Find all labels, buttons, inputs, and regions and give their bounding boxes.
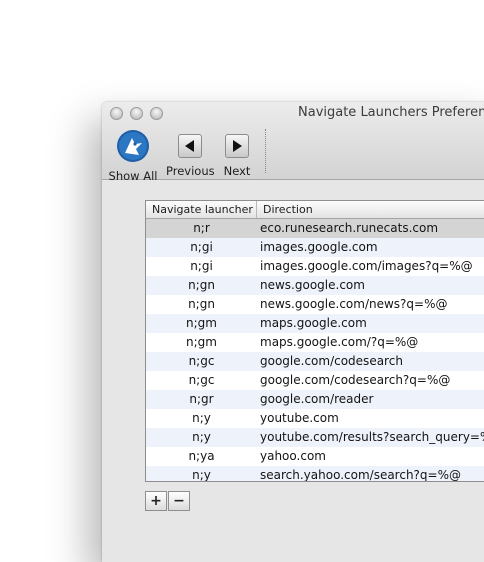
next-arrow-icon <box>225 134 249 158</box>
launcher-cell: n;gm <box>186 335 217 349</box>
table-row[interactable]: n;gm maps.google.com/?q=%@ <box>146 333 484 352</box>
direction-cell: youtube.com <box>260 411 339 425</box>
table-row[interactable]: n;y youtube.com/results?search_query=%@ <box>146 428 484 447</box>
show-all-button[interactable]: Show All <box>108 129 158 183</box>
launchers-table[interactable]: Navigate launcher Direction n;r eco.runes… <box>145 200 484 482</box>
launcher-cell: n;gm <box>186 316 217 330</box>
table-row[interactable]: n;gi images.google.com/images?q=%@ <box>146 257 484 276</box>
table-row[interactable]: n;gc google.com/codesearch <box>146 352 484 371</box>
direction-cell: maps.google.com/?q=%@ <box>260 335 419 349</box>
next-button[interactable]: Next <box>222 129 252 178</box>
table-row[interactable]: n;gm maps.google.com <box>146 314 484 333</box>
launcher-cell: n;gn <box>188 297 215 311</box>
remove-launcher-button[interactable]: − <box>168 491 190 511</box>
direction-cell: images.google.com/images?q=%@ <box>260 259 473 273</box>
table-row[interactable]: n;y youtube.com <box>146 409 484 428</box>
table-row[interactable]: n;gr google.com/reader <box>146 390 484 409</box>
previous-arrow-icon <box>178 134 202 158</box>
table-row[interactable]: n;gn news.google.com/news?q=%@ <box>146 295 484 314</box>
launcher-cell: n;r <box>193 221 210 235</box>
next-label: Next <box>223 164 251 178</box>
launcher-cell: n;gi <box>190 240 213 254</box>
add-launcher-button[interactable]: + <box>145 491 167 511</box>
close-window-button[interactable] <box>110 107 123 120</box>
direction-cell: google.com/codesearch?q=%@ <box>260 373 451 387</box>
launcher-cell: n;gc <box>188 373 215 387</box>
table-row[interactable]: n;gc google.com/codesearch?q=%@ <box>146 371 484 390</box>
direction-cell: yahoo.com <box>260 449 326 463</box>
direction-cell: maps.google.com <box>260 316 367 330</box>
direction-cell: news.google.com/news?q=%@ <box>260 297 448 311</box>
launcher-cell: n;gr <box>189 392 214 406</box>
launcher-cell: n;y <box>192 411 211 425</box>
show-all-icon <box>117 130 149 162</box>
launcher-cell: n;gc <box>188 354 215 368</box>
previous-label: Previous <box>166 164 215 178</box>
direction-cell: google.com/codesearch <box>260 354 403 368</box>
preferences-window: Navigate Launchers Preferenc Show All Pr… <box>102 102 484 562</box>
launcher-cell: n;ya <box>188 449 215 463</box>
column-header-direction[interactable]: Direction <box>257 201 313 218</box>
direction-cell: search.yahoo.com/search?q=%@ <box>260 468 461 482</box>
direction-cell: news.google.com <box>260 278 365 292</box>
launcher-cell: n;y <box>192 430 211 444</box>
minimize-window-button[interactable] <box>130 107 143 120</box>
launcher-cell: n;gi <box>190 259 213 273</box>
window-toolbar: Navigate Launchers Preferenc Show All Pr… <box>102 102 484 183</box>
launcher-cell: n;y <box>192 468 211 482</box>
direction-cell: youtube.com/results?search_query=%@ <box>260 430 484 444</box>
table-row[interactable]: n;gi images.google.com <box>146 238 484 257</box>
launcher-cell: n;gn <box>188 278 215 292</box>
direction-cell: eco.runesearch.runecats.com <box>260 221 439 235</box>
zoom-window-button[interactable] <box>150 107 163 120</box>
previous-button[interactable]: Previous <box>166 129 215 178</box>
table-row[interactable]: n;ya yahoo.com <box>146 447 484 466</box>
toolbar-separator <box>265 129 266 173</box>
direction-cell: images.google.com <box>260 240 378 254</box>
window-title: Navigate Launchers Preferenc <box>298 105 484 120</box>
show-all-label: Show All <box>108 169 158 183</box>
table-header: Navigate launcher Direction <box>146 201 484 219</box>
table-row[interactable]: n;r eco.runesearch.runecats.com <box>146 219 484 238</box>
table-row[interactable]: n;gn news.google.com <box>146 276 484 295</box>
table-row[interactable]: n;y search.yahoo.com/search?q=%@ <box>146 466 484 482</box>
column-header-launcher[interactable]: Navigate launcher <box>146 201 257 218</box>
direction-cell: google.com/reader <box>260 392 374 406</box>
